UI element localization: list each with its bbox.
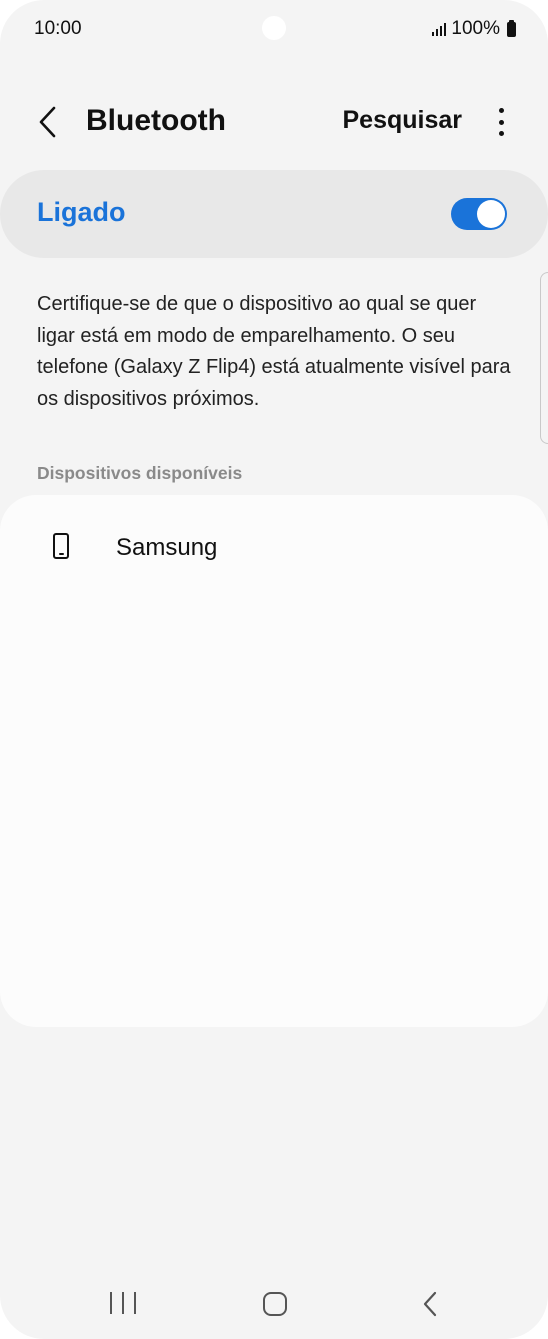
back-icon [423,1291,437,1317]
navigation-bar [0,1270,548,1339]
battery-percentage: 100% [451,18,500,39]
more-vertical-icon [498,108,504,113]
available-devices-header: Dispositivos disponíveis [37,463,243,483]
home-button[interactable] [263,1292,287,1316]
page-title: Bluetooth [86,104,226,137]
phone-icon [53,533,69,559]
toggle-label: Ligado [37,197,126,227]
switch-knob [477,200,505,228]
status-bar: 10:00 100% [0,0,548,60]
available-devices-list: Samsung [0,495,548,1027]
scroll-indicator[interactable] [540,272,548,444]
device-item[interactable]: Samsung [0,515,548,581]
phone-screen: 10:00 100% Bluetooth Pesquisar Ligado Ce… [0,0,548,1339]
chevron-left-icon [39,106,56,138]
recents-button[interactable] [106,1292,140,1316]
app-header: Bluetooth Pesquisar [0,90,548,154]
search-button[interactable]: Pesquisar [342,106,462,135]
bluetooth-switch[interactable] [451,198,507,230]
front-camera [262,16,286,40]
back-button[interactable] [28,102,68,142]
nav-back-button[interactable] [418,1290,442,1318]
status-time: 10:00 [34,18,82,39]
status-indicators: 100% [432,18,516,40]
pairing-description: Certifique-se de que o dispositivo ao qu… [37,293,511,410]
battery-icon [507,19,516,37]
bluetooth-master-toggle[interactable]: Ligado [0,170,548,258]
recents-icon [110,1292,112,1314]
device-name: Samsung [116,534,218,561]
more-options-button[interactable] [490,104,512,140]
signal-icon [432,22,447,36]
